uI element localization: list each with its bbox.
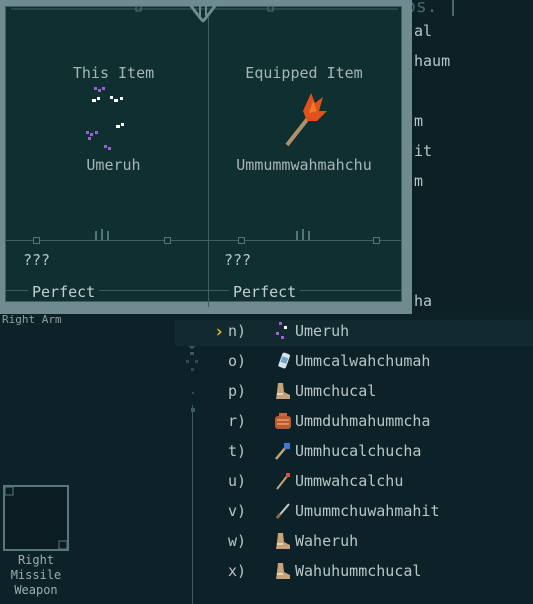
item-hotkey: w) [228, 532, 247, 550]
background-text-fragment: haum [414, 52, 451, 70]
list-divider [192, 405, 193, 604]
item-name: Wahuhummchucal [295, 562, 422, 580]
item-hotkey: x) [228, 562, 247, 580]
item-hotkey: p) [228, 382, 247, 400]
boot-icon [276, 383, 290, 399]
selection-cursor-icon: › [214, 322, 225, 342]
ornament-top-icon [11, 0, 398, 23]
divider-node [373, 237, 380, 244]
item-hotkey: o) [228, 352, 247, 370]
missile-slot-label: Right Missile Weapon [10, 553, 62, 597]
torch-icon [275, 443, 290, 460]
item-name: Ummduhmahummcha [295, 412, 431, 430]
equipped-item-heading: Equipped Item [245, 64, 363, 82]
divider-ornament-icon [95, 229, 109, 240]
item-compare-frame: This Item Equipped Item Umeruh Ummummwah… [5, 0, 402, 307]
equipped-item-name: Ummummwahmahchu [236, 156, 372, 174]
divider-node [164, 237, 171, 244]
panel-title-divider [452, 0, 454, 16]
equipped-item-quality: Perfect [229, 283, 301, 301]
right-missile-weapon-slot[interactable] [3, 485, 69, 551]
item-hotkey: u) [228, 472, 247, 490]
divider-node [238, 237, 245, 244]
item-compare-popup: This Item Equipped Item Umeruh Ummummwah… [0, 0, 412, 314]
canister-icon [278, 352, 290, 369]
equipment-slot-label: Right Arm [2, 313, 62, 326]
item-name: Umeruh [295, 322, 350, 340]
dagger-icon [275, 503, 290, 519]
equipped-item-lore: ??? [224, 251, 252, 269]
item-name: Ummwahcalchu [295, 472, 404, 490]
sparkle-icon [86, 87, 124, 150]
item-hotkey: v) [228, 502, 247, 520]
wand-icon [276, 473, 290, 490]
this-item-quality: Perfect [28, 283, 100, 301]
background-text-fragment: ha [414, 292, 433, 310]
this-item-heading: This Item [72, 64, 155, 82]
item-name: Waheruh [295, 532, 359, 550]
slot-corner-ornament-icon [4, 486, 68, 550]
item-name: Ummchucal [295, 382, 377, 400]
background-text-fragment: it [414, 142, 433, 160]
sparkle-icon [276, 322, 287, 339]
background-text-fragment: al [414, 22, 433, 40]
item-name: Umummchuwahmahit [295, 502, 440, 520]
this-item-name: Umeruh [86, 156, 141, 174]
item-hotkey: t) [228, 442, 247, 460]
divider-ornament-icon [296, 229, 310, 240]
this-item-lore: ??? [23, 251, 51, 269]
item-name: Ummcalwahchumah [295, 352, 431, 370]
background-text-fragment: m [414, 112, 424, 130]
item-hotkey: r) [228, 412, 247, 430]
section-divider [6, 240, 401, 241]
background-text-fragment: m [414, 172, 424, 190]
divider-node [33, 237, 40, 244]
item-name: Ummhucalchucha [295, 442, 422, 460]
boot-icon [276, 563, 290, 579]
boot-icon [276, 533, 290, 549]
flame-torch-icon [285, 93, 327, 147]
item-hotkey: n) [228, 322, 247, 340]
pot-icon [275, 413, 291, 429]
